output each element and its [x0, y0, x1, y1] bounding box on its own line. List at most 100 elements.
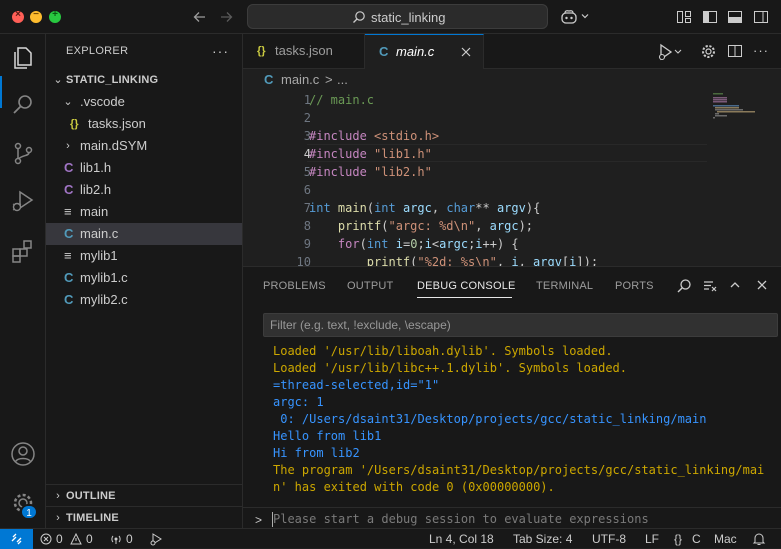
tree-item-mylib2-c[interactable]: C mylib2.c	[46, 289, 242, 311]
close-window-button[interactable]: ×	[12, 9, 24, 23]
search-icon[interactable]	[676, 278, 692, 294]
command-center-search[interactable]: static_linking	[247, 4, 548, 29]
remote-indicator[interactable]	[0, 529, 33, 549]
repl-prompt-chevron: >	[255, 513, 263, 527]
cursor-position[interactable]: Ln 4, Col 18	[429, 529, 494, 549]
line-number: 5	[303, 165, 311, 179]
text-file-icon: ≡	[64, 248, 72, 263]
close-icon[interactable]	[755, 278, 769, 292]
account-icon[interactable]	[9, 440, 37, 468]
tree-item-mylib1[interactable]: ≡ mylib1	[46, 245, 242, 267]
toggle-secondary-sidebar-icon[interactable]	[753, 9, 769, 25]
customize-layout-icon[interactable]	[676, 9, 692, 25]
text-file-icon: ≡	[64, 204, 72, 219]
code-line: printf("argc: %d\n", argc);	[337, 219, 534, 233]
tree-item-lib2-h[interactable]: C lib2.h	[46, 179, 242, 201]
toggle-primary-sidebar-icon[interactable]	[702, 9, 718, 25]
workspace-folder[interactable]: ⌄ STATIC_LINKING	[46, 69, 242, 91]
c-file-icon: C	[379, 44, 389, 59]
breadcrumb-separator: >	[325, 72, 333, 87]
code-line: #include <stdio.h>	[309, 129, 440, 143]
chevron-right-icon: ›	[66, 140, 70, 152]
explorer-icon[interactable]	[9, 44, 37, 72]
zoom-window-button[interactable]: +	[49, 9, 61, 23]
chevron-down-icon: ⌄	[53, 74, 63, 86]
source-control-icon[interactable]	[9, 139, 37, 167]
debug-launch-icon[interactable]	[149, 532, 163, 546]
tab-output[interactable]: OUTPUT	[347, 280, 393, 292]
notification-badge: 1	[20, 504, 38, 520]
repl-divider	[243, 507, 781, 508]
code-editor[interactable]: 1 2 3 4 5 6 7 8 9 10 // main.c #include …	[243, 91, 781, 266]
repl-input[interactable]: Please start a debug session to evaluate…	[273, 512, 649, 526]
code-line: #include "lib1.h"	[309, 147, 432, 161]
console-line: =thread-selected,id="1"	[273, 378, 440, 392]
search-icon[interactable]	[9, 91, 37, 119]
editor-tabs: {} tasks.json C main.c ···	[243, 34, 781, 69]
c-file-icon: C	[64, 182, 74, 197]
minimize-window-button[interactable]: −	[30, 9, 42, 23]
line-number: 1	[303, 93, 311, 107]
clear-console-icon[interactable]	[702, 278, 718, 294]
outline-section[interactable]: › OUTLINE	[46, 484, 242, 506]
broadcast-icon	[110, 533, 122, 545]
close-icon[interactable]	[460, 46, 472, 58]
tree-item-mylib1-c[interactable]: C mylib1.c	[46, 267, 242, 289]
line-number: 9	[303, 237, 311, 251]
active-tab-underline	[417, 297, 512, 298]
minimap[interactable]	[713, 91, 773, 131]
run-debug-icon[interactable]	[657, 43, 683, 61]
c-file-icon: C	[64, 160, 74, 175]
tree-item-vscode[interactable]: ⌄ .vscode	[46, 91, 242, 113]
tab-main-c[interactable]: C main.c	[365, 34, 484, 69]
console-line: Loaded '/usr/lib/libc++.1.dylib'. Symbol…	[273, 361, 628, 375]
tree-item-main-c[interactable]: C main.c	[46, 223, 242, 245]
tab-ports[interactable]: PORTS	[615, 280, 654, 292]
code-line: #include "lib2.h"	[309, 165, 432, 179]
title-bar: × − + static_linking	[0, 0, 781, 34]
line-number: 2	[303, 111, 311, 125]
tab-tasks-json[interactable]: {} tasks.json	[243, 34, 365, 69]
tree-item-main-dsym[interactable]: › main.dSYM	[46, 135, 242, 157]
line-number: 6	[303, 183, 311, 197]
breadcrumb: C main.c > ...	[243, 69, 781, 91]
bottom-panel: PROBLEMS OUTPUT DEBUG CONSOLE TERMINAL P…	[243, 266, 781, 528]
run-and-debug-icon[interactable]	[9, 187, 37, 215]
chevron-down-icon: ⌄	[63, 96, 73, 108]
toggle-panel-icon[interactable]	[727, 9, 743, 25]
extensions-icon[interactable]	[9, 237, 37, 265]
tree-item-lib1-h[interactable]: C lib1.h	[46, 157, 242, 179]
console-line: The program '/Users/dsaint31/Desktop/pro…	[273, 463, 765, 477]
timeline-section[interactable]: › TIMELINE	[46, 506, 242, 528]
console-line: 0: /Users/dsaint31/Desktop/projects/gcc/…	[273, 412, 707, 426]
forward-arrow-icon[interactable]	[217, 8, 235, 26]
console-filter-input[interactable]: Filter (e.g. text, !exclude, \escape)	[263, 313, 778, 337]
breadcrumb-file[interactable]: main.c	[281, 69, 319, 91]
breadcrumb-more[interactable]: ...	[337, 69, 348, 91]
tab-debug-console[interactable]: DEBUG CONSOLE	[417, 280, 516, 292]
command-center-label: static_linking	[371, 10, 446, 25]
json-file-icon: {}	[257, 45, 266, 57]
gear-icon[interactable]	[700, 43, 717, 60]
split-editor-icon[interactable]	[727, 43, 743, 59]
tab-problems[interactable]: PROBLEMS	[263, 280, 326, 292]
tab-terminal[interactable]: TERMINAL	[536, 280, 593, 292]
more-actions-icon[interactable]: ···	[753, 43, 769, 58]
chevron-up-icon[interactable]	[728, 278, 742, 292]
error-icon	[40, 533, 52, 545]
copilot-menu[interactable]	[560, 8, 592, 26]
indentation[interactable]: Tab Size: 4	[513, 529, 572, 549]
c-file-icon: C	[64, 270, 74, 285]
encoding[interactable]: UTF-8	[592, 529, 626, 549]
notifications-bell-icon[interactable]	[752, 532, 766, 546]
tree-item-tasks-json[interactable]: {} tasks.json	[46, 113, 242, 135]
more-actions-icon[interactable]: ···	[212, 43, 229, 59]
explorer-sidebar: EXPLORER ··· ⌄ STATIC_LINKING ⌄ .vscode …	[46, 34, 243, 528]
end-of-line[interactable]: LF	[645, 529, 659, 549]
chevron-down-icon	[580, 11, 590, 21]
back-arrow-icon[interactable]	[191, 8, 209, 26]
code-line: for(int i=0;i<argc;i++) {	[337, 237, 519, 251]
platform[interactable]: Mac	[714, 529, 737, 549]
line-number: 4	[303, 147, 311, 161]
tree-item-main[interactable]: ≡ main	[46, 201, 242, 223]
